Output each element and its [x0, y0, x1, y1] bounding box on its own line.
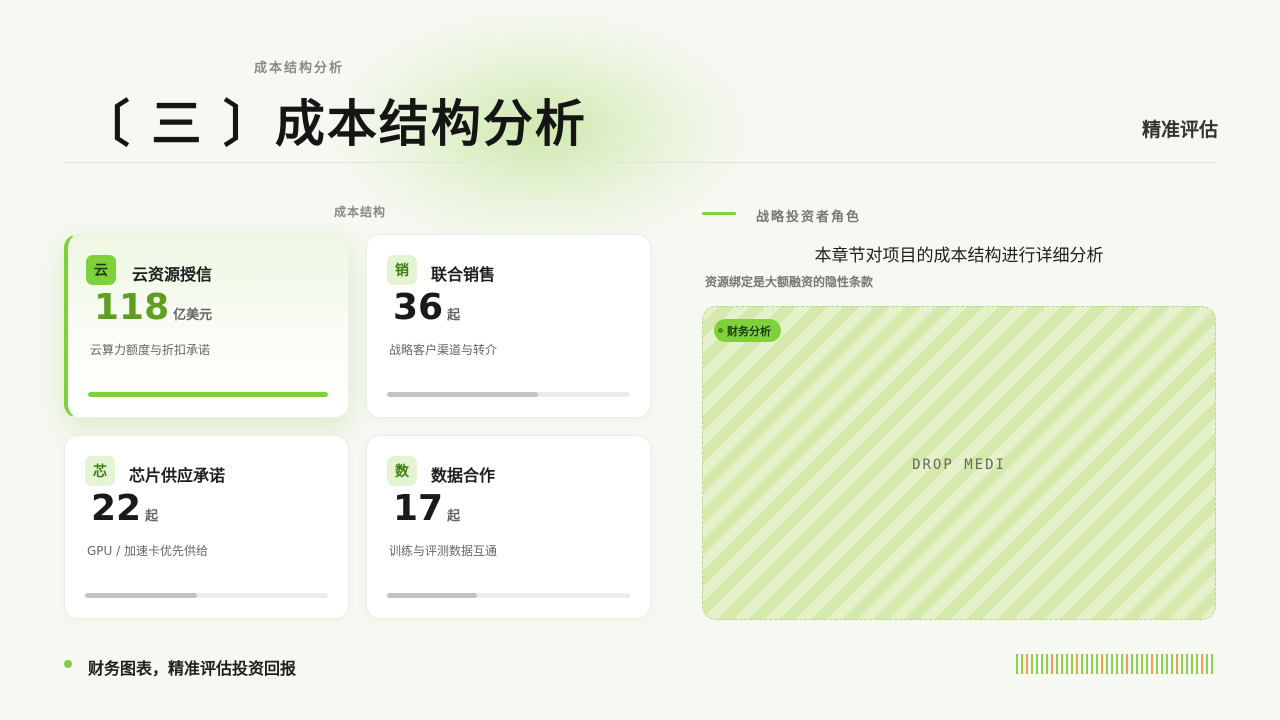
card-chip-supply[interactable]: 芯 芯片供应承诺 22 起 GPU / 加速卡优先供给 — [64, 435, 349, 619]
card-badge-icon: 数 — [387, 456, 417, 486]
card-cloud-credit[interactable]: 云 云资源授信 118 亿美元 云算力额度与折扣承诺 — [64, 234, 349, 418]
card-title: 联合销售 — [431, 265, 496, 284]
role-label: 战略投资者角色 — [756, 210, 862, 225]
card-joint-sales[interactable]: 销 联合销售 36 起 战略客户渠道与转介 — [366, 234, 651, 418]
card-unit: 亿美元 — [173, 308, 213, 323]
card-description: GPU / 加速卡优先供给 — [87, 544, 208, 558]
card-value: 17 — [393, 488, 444, 529]
card-value: 36 — [393, 287, 444, 328]
media-placeholder-text: DROP MEDI — [912, 457, 1006, 473]
bullet-dot-icon — [64, 660, 72, 668]
card-description: 训练与评测数据互通 — [389, 544, 498, 558]
description-title: 本章节对项目的成本结构进行详细分析 — [814, 246, 1104, 266]
card-description: 云算力额度与折扣承诺 — [90, 343, 211, 357]
card-title: 云资源授信 — [132, 265, 213, 284]
card-metric: 36 起 — [393, 287, 460, 328]
card-unit: 起 — [447, 308, 461, 323]
media-drop-zone[interactable]: 财务分析 DROP MEDI — [702, 306, 1216, 620]
section-label: 成本结构 — [334, 205, 387, 219]
card-progress-track — [387, 593, 630, 598]
card-progress-fill — [387, 593, 477, 598]
card-progress-fill — [85, 593, 197, 598]
footer-text: 财务图表，精准评估投资回报 — [88, 659, 297, 678]
card-badge-icon: 云 — [86, 255, 116, 285]
card-progress-fill — [88, 392, 328, 397]
decorative-stripes — [1016, 654, 1216, 674]
card-metric: 22 起 — [91, 488, 158, 529]
card-value: 22 — [91, 488, 142, 529]
card-unit: 起 — [447, 509, 461, 524]
accent-line — [702, 212, 736, 215]
card-data-partnership[interactable]: 数 数据合作 17 起 训练与评测数据互通 — [366, 435, 651, 619]
card-unit: 起 — [145, 509, 159, 524]
card-progress-fill — [387, 392, 538, 397]
card-metric: 17 起 — [393, 488, 460, 529]
card-badge-icon: 销 — [387, 255, 417, 285]
card-metric: 118 亿美元 — [94, 287, 212, 328]
card-badge-icon: 芯 — [85, 456, 115, 486]
card-progress-track — [387, 392, 630, 397]
page-kicker: 成本结构分析 — [254, 61, 345, 76]
corner-label: 精准评估 — [1141, 119, 1218, 141]
tag-dot-icon — [718, 328, 723, 333]
media-tag-label: 财务分析 — [727, 324, 771, 338]
description-subtitle: 资源绑定是大额融资的隐性条款 — [705, 275, 874, 289]
card-value: 118 — [94, 287, 170, 328]
card-description: 战略客户渠道与转介 — [389, 343, 498, 357]
card-progress-track — [88, 392, 328, 397]
media-tag: 财务分析 — [714, 319, 781, 342]
page-title: 〔 三 〕成本结构分析 — [80, 95, 587, 153]
card-title: 芯片供应承诺 — [129, 466, 226, 485]
card-title: 数据合作 — [431, 466, 496, 485]
card-progress-track — [85, 593, 328, 598]
header-divider — [64, 162, 1216, 163]
